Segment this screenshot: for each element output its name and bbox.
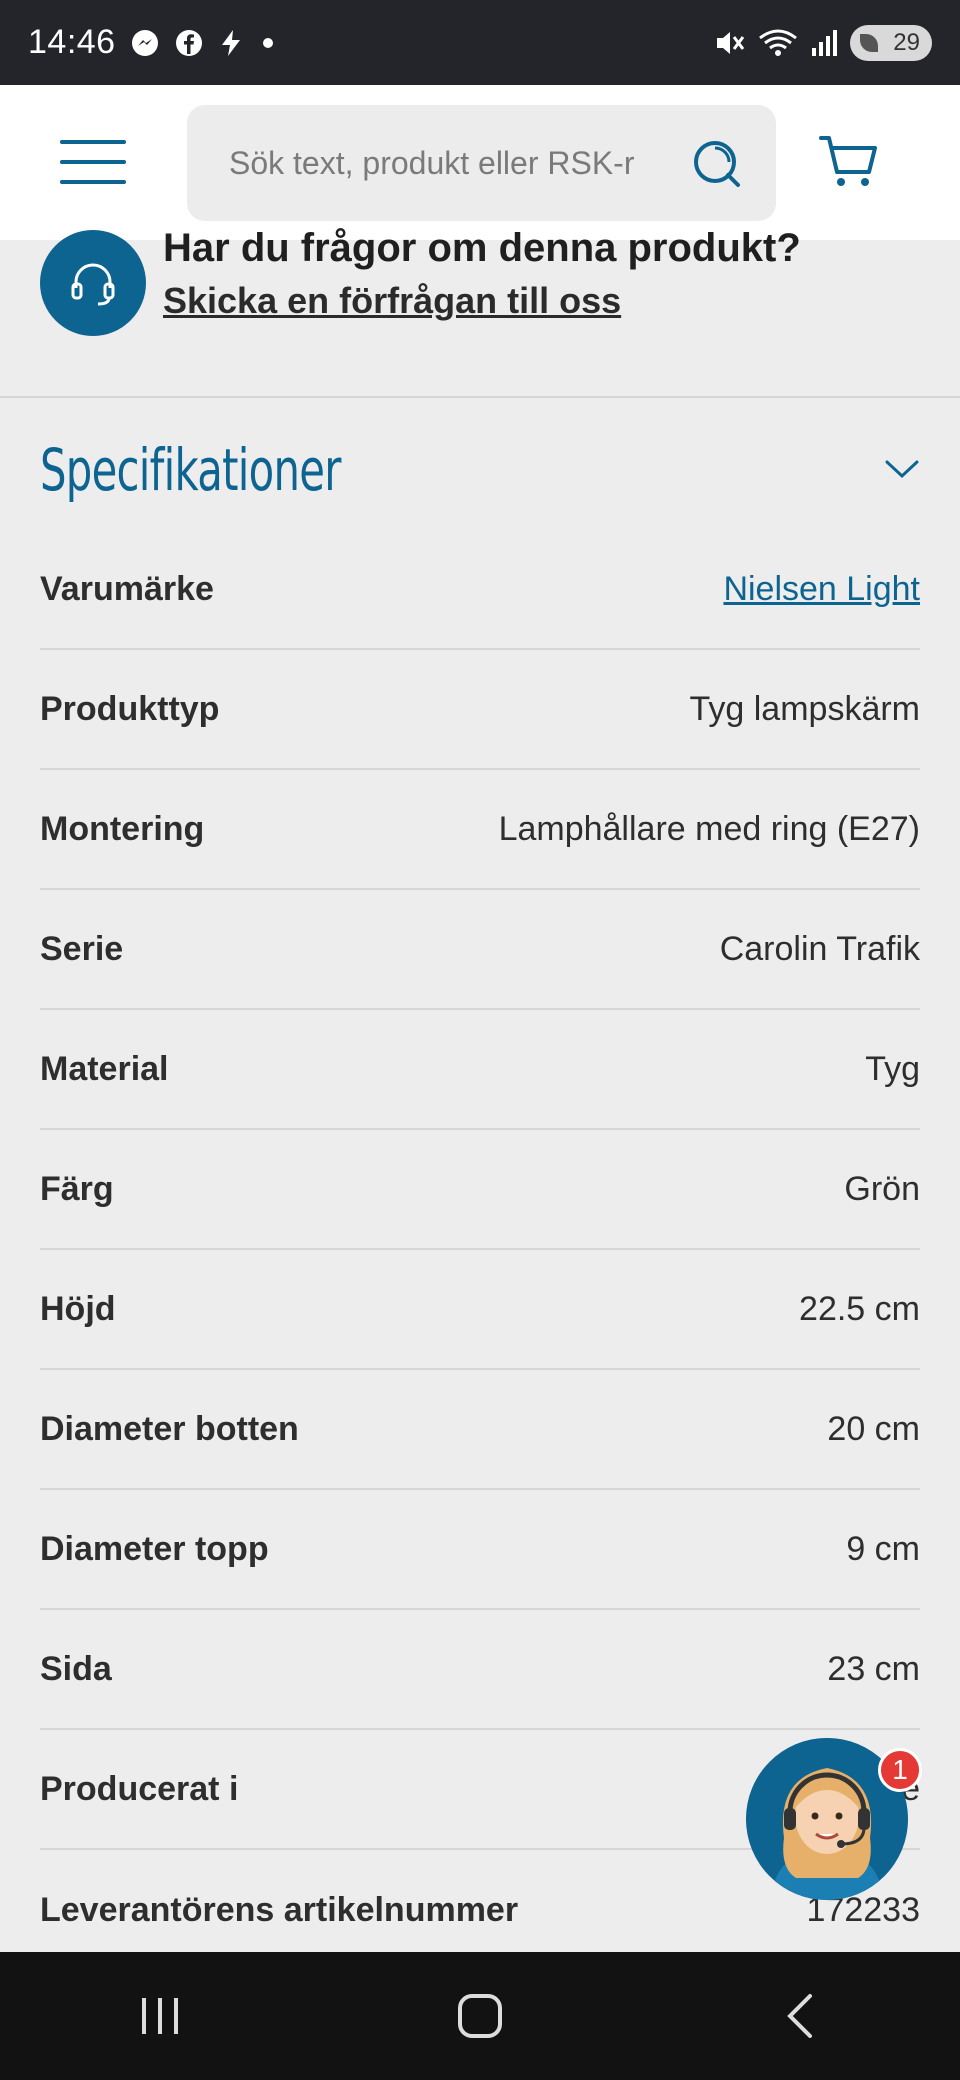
home-icon: [458, 1994, 502, 2038]
search-icon[interactable]: [690, 137, 744, 191]
status-bar: 14:46 29: [0, 0, 960, 85]
spec-row-side: Sida 23 cm: [40, 1610, 920, 1730]
spec-label: Sida: [40, 1649, 112, 1688]
menu-button[interactable]: [60, 140, 126, 184]
home-button[interactable]: [420, 1976, 540, 2056]
spec-value: 20 cm: [827, 1409, 920, 1448]
status-time: 14:46: [28, 23, 116, 61]
spec-label: Material: [40, 1049, 169, 1088]
spec-label: Diameter botten: [40, 1409, 299, 1448]
notification-badge: 1: [878, 1748, 922, 1792]
mute-icon: [712, 26, 746, 60]
spec-row-brand: Varumärke Nielsen Light: [40, 530, 920, 650]
charging-icon: [218, 28, 244, 58]
battery-level: 29: [893, 28, 920, 56]
spec-row-material: Material Tyg: [40, 1010, 920, 1130]
spec-label: Diameter topp: [40, 1529, 269, 1568]
spec-value: 9 cm: [846, 1529, 920, 1568]
spec-value: Tyg lampskärm: [689, 689, 921, 728]
specifications-header[interactable]: Specifikationer: [40, 425, 920, 515]
signal-icon: [810, 26, 840, 60]
spec-value: Lamphållare med ring (E27): [498, 809, 920, 848]
spec-row-color: Färg Grön: [40, 1130, 920, 1250]
messenger-icon: [130, 28, 160, 58]
spec-label: Producerat i: [40, 1769, 239, 1808]
site-header: [0, 85, 960, 240]
spec-label: Färg: [40, 1169, 114, 1208]
cart-icon[interactable]: [817, 130, 881, 194]
spec-row-diameter-bottom: Diameter botten 20 cm: [40, 1370, 920, 1490]
dot-icon: [258, 28, 278, 58]
back-button[interactable]: [740, 1976, 860, 2056]
recent-apps-button[interactable]: [100, 1976, 220, 2056]
spec-value: Tyg: [865, 1049, 920, 1088]
spec-label: Serie: [40, 929, 124, 968]
recent-apps-icon: [142, 1998, 178, 2034]
spec-label: Montering: [40, 809, 205, 848]
spec-label: Höjd: [40, 1289, 116, 1328]
headset-icon: [40, 230, 146, 336]
spec-row-diameter-top: Diameter topp 9 cm: [40, 1490, 920, 1610]
app-root: 14:46 29 Sök text, produkt eller RSK-r H…: [0, 0, 960, 2080]
question-section: Har du frågor om denna produkt? Skicka e…: [0, 226, 960, 398]
system-nav-bar: [0, 1952, 960, 2080]
back-icon: [787, 1994, 812, 2038]
facebook-icon: [174, 28, 204, 58]
spec-label: Varumärke: [40, 569, 214, 608]
spec-value: 23 cm: [827, 1649, 920, 1688]
question-title: Har du frågor om denna produkt?: [163, 226, 801, 270]
chevron-down-icon[interactable]: [884, 457, 920, 481]
spec-value: Grön: [844, 1169, 920, 1208]
wifi-icon: [756, 26, 800, 60]
spec-row-height: Höjd 22.5 cm: [40, 1250, 920, 1370]
search-box[interactable]: [187, 105, 776, 221]
spec-row-product-type: Produkttyp Tyg lampskärm: [40, 650, 920, 770]
spec-row-mounting: Montering Lamphållare med ring (E27): [40, 770, 920, 890]
spec-value: Carolin Trafik: [719, 929, 920, 968]
brand-link[interactable]: Nielsen Light: [723, 570, 920, 609]
search-input[interactable]: [229, 144, 669, 182]
battery-indicator: 29: [850, 24, 932, 61]
spec-label: Produkttyp: [40, 689, 220, 728]
spec-value: 22.5 cm: [799, 1289, 920, 1328]
send-inquiry-link[interactable]: Skicka en förfrågan till oss: [163, 280, 621, 322]
spec-row-series: Serie Carolin Trafik: [40, 890, 920, 1010]
spec-label: Leverantörens artikelnummer: [40, 1890, 519, 1929]
specifications-title: Specifikationer: [40, 436, 341, 504]
